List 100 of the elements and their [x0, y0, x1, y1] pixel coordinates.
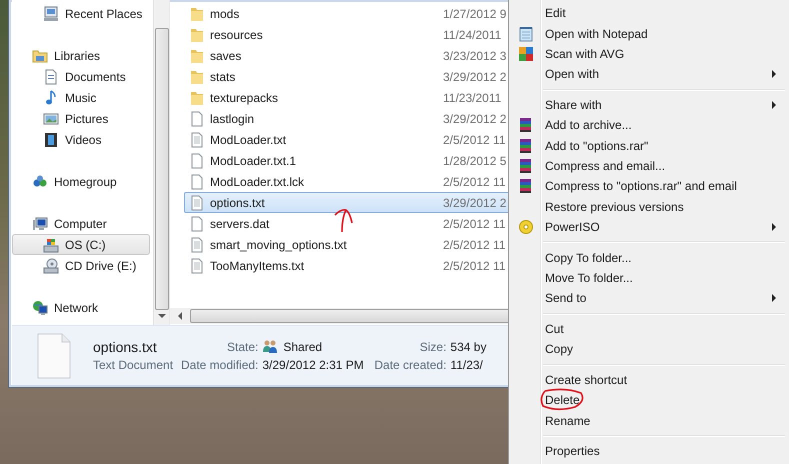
date-modified: 11/24/2011	[443, 28, 502, 42]
navigation-item[interactable]: Pictures	[12, 108, 150, 129]
users-icon	[262, 339, 278, 355]
recent-places-icon	[43, 6, 59, 22]
submenu-arrow-icon	[772, 223, 777, 232]
file-icon	[189, 174, 205, 190]
size-label: Size:	[418, 340, 446, 354]
disc-icon	[518, 219, 534, 236]
scroll-down-arrow-icon[interactable]	[158, 314, 166, 319]
file-name: ModLoader.txt	[210, 132, 288, 146]
file-icon	[189, 216, 205, 232]
date-modified: 2/5/2012 11	[443, 238, 506, 252]
date-modified: 2/5/2012 11	[443, 258, 506, 272]
menu-item[interactable]: Share with	[511, 94, 787, 116]
folder-icon	[189, 6, 205, 22]
date-modified: 1/28/2012 5	[443, 154, 506, 168]
film-strip-icon	[43, 132, 59, 148]
file-name: options.txt	[210, 196, 266, 210]
menu-item[interactable]: Add to "options.rar"	[511, 135, 787, 156]
books-stack-icon	[518, 178, 534, 194]
file-name: mods	[210, 6, 240, 20]
size-value: 534 by	[450, 340, 486, 354]
date-modified-label: Date modified:	[181, 358, 258, 372]
file-name: texturepacks	[210, 90, 280, 104]
navigation-item[interactable]: Videos	[12, 129, 150, 150]
date-modified: 2/5/2012 11	[443, 174, 506, 188]
navigation-item[interactable]: CD Drive (E:)	[12, 255, 150, 276]
navigation-item[interactable]: Computer	[12, 213, 150, 234]
scroll-left-arrow-icon[interactable]	[177, 312, 182, 320]
folder-icon	[189, 90, 205, 106]
books-stack-icon	[518, 117, 534, 134]
vertical-scrollbar[interactable]	[153, 0, 169, 325]
menu-item[interactable]: Edit	[511, 3, 787, 24]
menu-item[interactable]: Open with Notepad	[511, 23, 787, 44]
date-modified: 2/5/2012 11	[443, 132, 506, 146]
menu-item[interactable]: Properties	[511, 440, 787, 462]
file-type: Text Document	[93, 358, 174, 372]
date-modified: 3/29/2012 2	[443, 112, 506, 126]
menu-item[interactable]: Create shortcut	[511, 370, 787, 390]
menu-item[interactable]: Copy	[511, 339, 787, 360]
file-name: options.txt	[93, 339, 158, 355]
colored-squares-icon	[518, 46, 534, 62]
folder-icon	[189, 26, 205, 42]
library-folder-icon	[32, 48, 48, 64]
file-name: stats	[210, 70, 236, 84]
menu-item[interactable]: Open with	[511, 64, 787, 85]
date-modified: 1/27/2012 9	[443, 6, 506, 20]
navigation-item[interactable]: Homegroup	[12, 171, 150, 192]
books-stack-icon	[518, 138, 534, 154]
submenu-arrow-icon	[772, 294, 777, 302]
date-modified: 11/23/2011	[443, 90, 502, 104]
computer-icon	[32, 216, 48, 232]
text-file-icon	[189, 258, 205, 274]
date-modified: 2/5/2012 11	[443, 216, 506, 230]
notepad-icon	[518, 26, 534, 42]
file-name: TooManyItems.txt	[210, 258, 306, 272]
homegroup-icon	[32, 174, 48, 190]
menu-item[interactable]: Cut	[511, 318, 787, 340]
menu-item[interactable]: Move To folder...	[511, 268, 787, 288]
menu-item[interactable]: Compress and email...	[511, 156, 787, 176]
hard-drive-icon	[43, 236, 59, 252]
navigation-item[interactable]: Libraries	[12, 45, 150, 66]
menu-item[interactable]: Scan with AVG	[511, 44, 787, 64]
document-icon	[43, 68, 59, 84]
date-modified: 3/29/2012 2	[443, 196, 506, 210]
picture-icon	[43, 110, 59, 126]
books-stack-icon	[518, 158, 534, 174]
file-name: smart_moving_options.txt	[210, 238, 348, 252]
date-created-label: Date created:	[374, 358, 446, 372]
menu-item[interactable]: Send to	[511, 288, 787, 309]
folder-icon	[189, 48, 205, 64]
date-modified: 3/29/2012 2	[443, 70, 506, 84]
text-file-icon	[37, 332, 71, 378]
date-created-value: 11/23/	[450, 358, 484, 372]
file-name: resources	[210, 28, 264, 42]
scrollbar-thumb[interactable]	[154, 28, 168, 310]
navigation-item[interactable]: Music	[12, 87, 150, 108]
date-modified: 3/23/2012 3	[443, 48, 506, 62]
text-file-icon	[189, 132, 205, 148]
text-file-icon	[189, 194, 205, 210]
menu-item[interactable]: Rename	[511, 410, 787, 431]
file-name: ModLoader.txt.lck	[210, 174, 306, 188]
navigation-item[interactable]: Documents	[12, 66, 150, 87]
menu-item[interactable]: Delete	[511, 390, 787, 410]
file-name: servers.dat	[210, 216, 270, 230]
navigation-item[interactable]: OS (C:)	[12, 234, 150, 255]
submenu-arrow-icon	[772, 100, 777, 109]
file-icon	[189, 152, 205, 168]
cd-drive-icon	[43, 258, 59, 274]
menu-item[interactable]: Add to archive...	[511, 115, 787, 136]
file-name: saves	[210, 48, 242, 62]
menu-item[interactable]: Copy To folder...	[511, 247, 787, 268]
file-name: ModLoader.txt.1	[210, 154, 298, 168]
navigation-item[interactable]: Recent Places	[12, 3, 150, 24]
state-label: State:	[226, 340, 258, 354]
text-file-icon	[189, 236, 205, 252]
date-modified-value: 3/29/2012 2:31 PM	[262, 358, 365, 372]
menu-item[interactable]: PowerISO	[511, 217, 787, 238]
network-globe-icon	[32, 300, 48, 316]
navigation-item[interactable]: Network	[12, 297, 150, 318]
